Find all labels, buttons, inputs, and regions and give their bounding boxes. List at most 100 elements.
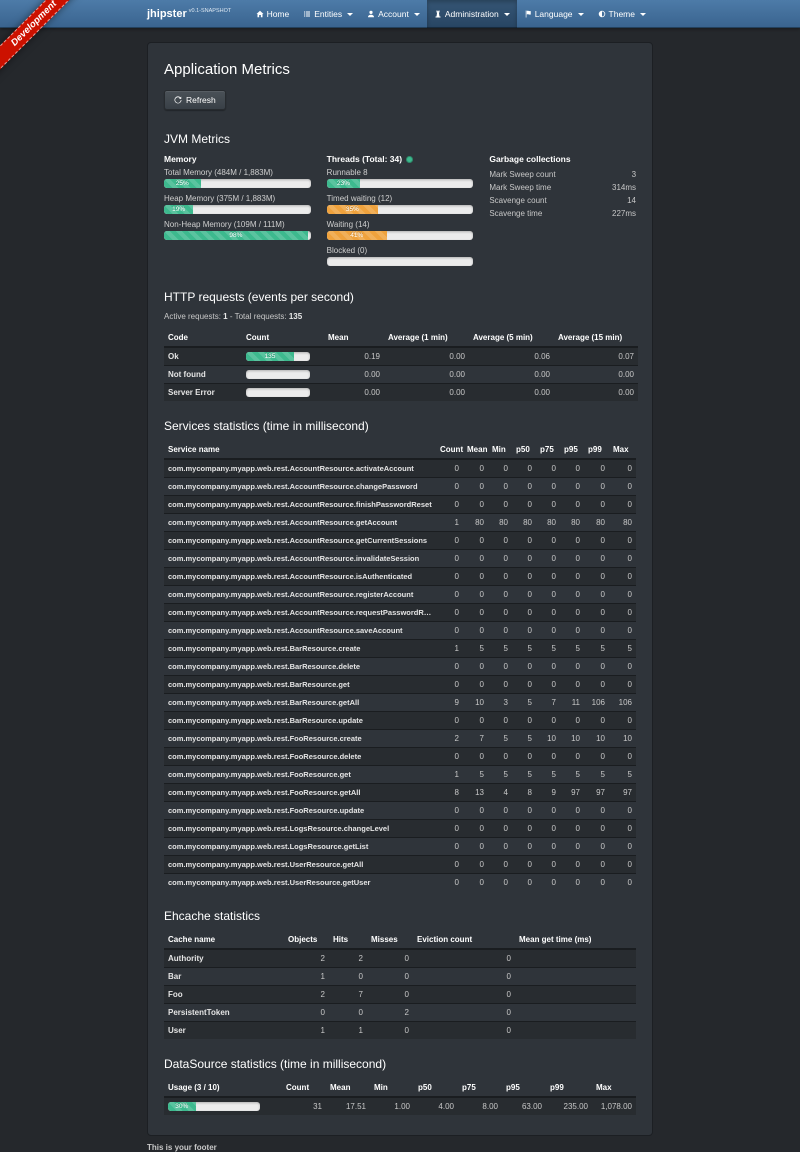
- cache-hits: 0: [329, 968, 367, 986]
- nav-home[interactable]: Home: [249, 0, 297, 28]
- http-avg5: 0.00: [469, 384, 554, 402]
- service-row: com.mycompany.myapp.web.rest.UserResourc…: [164, 856, 636, 874]
- service-p75: 80: [536, 514, 560, 532]
- cache-mean-get-time: [515, 1004, 636, 1022]
- cache-objects: 1: [284, 1022, 329, 1040]
- service-p99: 0: [584, 604, 609, 622]
- col-service-name: Service name: [164, 441, 436, 459]
- service-p95: 0: [560, 604, 584, 622]
- cache-objects: 0: [284, 1004, 329, 1022]
- cache-hits: 0: [329, 1004, 367, 1022]
- service-count: 0: [436, 820, 463, 838]
- service-name: com.mycompany.myapp.web.rest.AccountReso…: [164, 496, 436, 514]
- service-p99: 0: [584, 532, 609, 550]
- service-p95: 0: [560, 550, 584, 568]
- service-mean: 0: [463, 658, 488, 676]
- brand-name: jhipster: [147, 8, 187, 20]
- service-row: com.mycompany.myapp.web.rest.UserResourc…: [164, 874, 636, 892]
- info-icon[interactable]: [406, 156, 413, 163]
- http-count-cell: [242, 366, 324, 384]
- service-name: com.mycompany.myapp.web.rest.BarResource…: [164, 658, 436, 676]
- service-row: com.mycompany.myapp.web.rest.AccountReso…: [164, 496, 636, 514]
- col-count: Count: [282, 1079, 326, 1097]
- service-p75: 0: [536, 604, 560, 622]
- col-code: Code: [164, 329, 242, 347]
- progress-text: 25%: [176, 179, 189, 188]
- nav-theme[interactable]: Theme: [591, 0, 653, 28]
- service-max: 0: [609, 586, 636, 604]
- nav-language[interactable]: Language: [517, 0, 591, 28]
- usage-text: 30%: [175, 1102, 188, 1111]
- cache-misses: 0: [367, 986, 413, 1004]
- cache-mean-get-time: [515, 986, 636, 1004]
- service-p50: 0: [512, 658, 536, 676]
- service-row: com.mycompany.myapp.web.rest.FooResource…: [164, 748, 636, 766]
- progress-text: 98%: [229, 231, 242, 240]
- waiting-progress: 41%: [327, 231, 474, 240]
- service-p95: 5: [560, 640, 584, 658]
- nav-account[interactable]: Account: [360, 0, 427, 28]
- service-p99: 5: [584, 766, 609, 784]
- gc-row: Mark Sweep time 314ms: [489, 181, 636, 194]
- service-p50: 0: [512, 568, 536, 586]
- service-p95: 0: [560, 838, 584, 856]
- service-p50: 0: [512, 622, 536, 640]
- gc-row: Mark Sweep count 3: [489, 168, 636, 181]
- service-min: 0: [488, 550, 512, 568]
- total-memory-label: Total Memory (484M / 1,883M): [164, 168, 311, 177]
- col-p50: p50: [512, 441, 536, 459]
- service-name: com.mycompany.myapp.web.rest.BarResource…: [164, 640, 436, 658]
- refresh-button[interactable]: Refresh: [164, 90, 226, 110]
- brand-link[interactable]: jhipsterv0.1-SNAPSHOT: [147, 8, 231, 20]
- usage-cell: 30%: [164, 1097, 282, 1115]
- service-row: com.mycompany.myapp.web.rest.FooResource…: [164, 784, 636, 802]
- nav-entities[interactable]: Entities: [296, 0, 360, 28]
- nav-label: Language: [535, 9, 573, 19]
- service-name: com.mycompany.myapp.web.rest.LogsResourc…: [164, 820, 436, 838]
- nav-administration[interactable]: Administration: [427, 0, 517, 28]
- service-name: com.mycompany.myapp.web.rest.AccountReso…: [164, 459, 436, 478]
- service-p75: 9: [536, 784, 560, 802]
- service-mean: 0: [463, 748, 488, 766]
- service-min: 0: [488, 622, 512, 640]
- timed-waiting-label: Timed waiting (12): [327, 194, 474, 203]
- service-mean: 7: [463, 730, 488, 748]
- service-p50: 0: [512, 496, 536, 514]
- service-max: 5: [609, 640, 636, 658]
- chevron-down-icon: [578, 13, 584, 16]
- service-p99: 80: [584, 514, 609, 532]
- service-row: com.mycompany.myapp.web.rest.LogsResourc…: [164, 820, 636, 838]
- nav-label: Theme: [609, 9, 635, 19]
- service-max: 0: [609, 550, 636, 568]
- service-p95: 0: [560, 874, 584, 892]
- service-p50: 0: [512, 856, 536, 874]
- service-mean: 0: [463, 676, 488, 694]
- progress-text: 23%: [337, 179, 350, 188]
- service-p99: 0: [584, 874, 609, 892]
- ds-p50: 4.00: [414, 1097, 458, 1115]
- chevron-down-icon: [504, 13, 510, 16]
- total-memory-progress: 25%: [164, 179, 311, 188]
- service-row: com.mycompany.myapp.web.rest.BarResource…: [164, 712, 636, 730]
- service-row: com.mycompany.myapp.web.rest.AccountReso…: [164, 550, 636, 568]
- service-max: 0: [609, 568, 636, 586]
- service-row: com.mycompany.myapp.web.rest.LogsResourc…: [164, 838, 636, 856]
- service-p99: 0: [584, 478, 609, 496]
- service-p95: 5: [560, 766, 584, 784]
- service-p95: 0: [560, 586, 584, 604]
- service-p99: 0: [584, 568, 609, 586]
- service-count: 0: [436, 874, 463, 892]
- service-name: com.mycompany.myapp.web.rest.AccountReso…: [164, 586, 436, 604]
- http-table-row: Ok 135 0.19 0.00 0.06 0.07: [164, 347, 638, 366]
- cache-row: Bar 1 0 0 0: [164, 968, 636, 986]
- gc-label: Scavenge count: [489, 196, 546, 205]
- cache-mean-get-time: [515, 949, 636, 968]
- service-p50: 80: [512, 514, 536, 532]
- http-mean: 0.00: [324, 366, 384, 384]
- col-hits: Hits: [329, 931, 367, 949]
- service-p99: 106: [584, 694, 609, 712]
- http-avg15: 0.00: [554, 366, 638, 384]
- cache-name: Bar: [164, 968, 284, 986]
- service-count: 0: [436, 802, 463, 820]
- service-p75: 0: [536, 712, 560, 730]
